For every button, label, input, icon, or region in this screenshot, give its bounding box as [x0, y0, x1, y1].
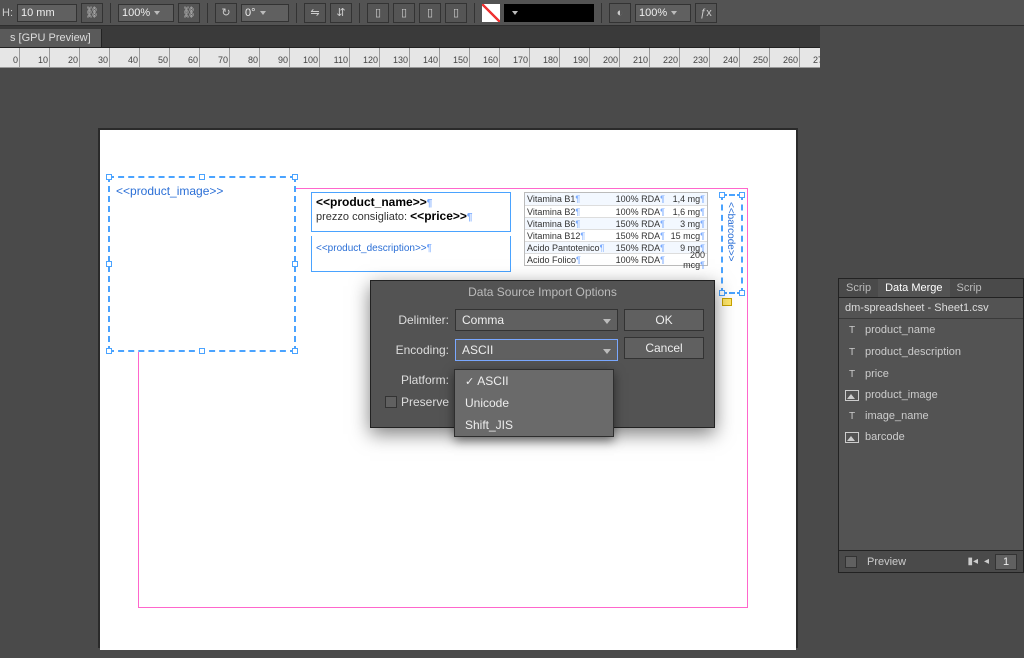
product-image-frame[interactable]: <<product_image>> [108, 176, 296, 352]
merge-field[interactable]: Timage_name [839, 405, 1023, 427]
panel-tabs: Scrip Data Merge Scrip [839, 279, 1023, 298]
platform-label: Platform: [385, 373, 455, 387]
product-description-placeholder: <<product_description>> [316, 243, 432, 254]
preview-checkbox[interactable] [845, 556, 857, 568]
nutrition-table[interactable]: Vitamina B1¶100% RDA¶1,4 mg¶Vitamina B2¶… [524, 192, 708, 266]
control-bar: H: 10 mm ⛓ 100% ⛓ ↻ 0° ⇋ ⇵ ▯ ▯ ▯ ▯ ◐ 100… [0, 0, 1024, 26]
encoding-option[interactable]: Shift_JIS [455, 414, 613, 436]
preserve-checkbox[interactable] [385, 396, 397, 408]
align-left-icon[interactable]: ▯ [367, 3, 389, 23]
delimiter-label: Delimiter: [385, 313, 455, 327]
merge-field-name: image_name [865, 410, 929, 422]
image-field-icon [845, 390, 859, 401]
fx-icon[interactable]: ƒx [695, 3, 717, 23]
no-stroke-icon[interactable] [482, 4, 500, 22]
height-field[interactable]: 10 mm [17, 4, 77, 22]
text-field-icon: T [845, 367, 859, 381]
panel-tab-scripts-left[interactable]: Scrip [839, 279, 878, 297]
opacity-field[interactable]: 100% [635, 4, 691, 22]
opacity-icon[interactable]: ◐ [609, 3, 631, 23]
ok-button[interactable]: OK [624, 309, 704, 331]
preserve-label: Preserve [401, 395, 449, 409]
encoding-option[interactable]: Unicode [455, 392, 613, 414]
image-field-icon [845, 432, 859, 443]
nutrition-row: Vitamina B6¶150% RDA¶3 mg¶ [525, 217, 707, 229]
record-number-field[interactable]: 1 [995, 554, 1017, 570]
constrain-icon[interactable]: ⛓ [81, 3, 103, 23]
horizontal-ruler: -100102030405060708090100110120130140150… [0, 48, 820, 68]
nutrition-row: Vitamina B12¶150% RDA¶15 mcg¶ [525, 229, 707, 241]
first-record-icon[interactable]: ▮◂ [967, 556, 978, 567]
nutrition-row: Acido Folico¶100% RDA¶200 mcg¶ [525, 253, 707, 265]
panel-tab-scripts-right[interactable]: Scrip [950, 279, 989, 297]
cancel-button[interactable]: Cancel [624, 337, 704, 359]
merge-field[interactable]: barcode [839, 427, 1023, 447]
preview-label: Preview [867, 556, 906, 568]
price-label: prezzo consigliato: [316, 211, 410, 223]
merge-field-name: product_image [865, 389, 938, 401]
shear-field[interactable]: 0° [241, 4, 289, 22]
link-scale-icon[interactable]: ⛓ [178, 3, 200, 23]
flip-h-icon[interactable]: ⇋ [304, 3, 326, 23]
encoding-dropdown-menu: ASCIIUnicodeShift_JIS [454, 369, 614, 437]
barcode-frame[interactable]: <<barcode>> [721, 194, 743, 294]
nutrition-row: Vitamina B1¶100% RDA¶1,4 mg¶ [525, 193, 707, 205]
merge-field[interactable]: Tproduct_description [839, 341, 1023, 363]
stroke-style-field[interactable] [504, 4, 594, 22]
product-image-placeholder: <<product_image>> [110, 178, 294, 204]
height-label: H: [2, 7, 13, 19]
delimiter-dropdown[interactable]: Comma [455, 309, 618, 331]
text-field-icon: T [845, 345, 859, 359]
frame-origin-indicator [722, 298, 732, 306]
merge-field[interactable]: Tprice [839, 363, 1023, 385]
data-source-filename: dm-spreadsheet - Sheet1.csv [839, 298, 1023, 319]
distribute-icon[interactable]: ▯ [445, 3, 467, 23]
rotate-icon[interactable]: ↻ [215, 3, 237, 23]
merge-field-name: barcode [865, 431, 905, 443]
text-field-icon: T [845, 323, 859, 337]
encoding-label: Encoding: [385, 343, 455, 357]
encoding-option[interactable]: ASCII [455, 370, 613, 392]
document-tab[interactable]: s [GPU Preview] [0, 29, 102, 47]
barcode-placeholder: <<barcode>> [723, 196, 736, 262]
price-placeholder: <<price>> [410, 209, 472, 223]
encoding-dropdown[interactable]: ASCII [455, 339, 618, 361]
align-center-icon[interactable]: ▯ [393, 3, 415, 23]
title-text-frame[interactable]: <<product_name>> prezzo consigliato: <<p… [311, 192, 511, 232]
merge-field-name: product_description [865, 346, 961, 358]
document-tab-strip: s [GPU Preview] [0, 26, 820, 48]
merge-field-name: product_name [865, 324, 935, 336]
flip-v-icon[interactable]: ⇵ [330, 3, 352, 23]
merge-field[interactable]: Tproduct_name [839, 319, 1023, 341]
nutrition-row: Vitamina B2¶100% RDA¶1,6 mg¶ [525, 205, 707, 217]
data-merge-panel: Scrip Data Merge Scrip dm-spreadsheet - … [838, 278, 1024, 573]
prev-record-icon[interactable]: ◂ [984, 556, 989, 567]
scale-x-field[interactable]: 100% [118, 4, 174, 22]
merge-field[interactable]: product_image [839, 385, 1023, 405]
dialog-title: Data Source Import Options [371, 281, 714, 307]
panel-tab-data-merge[interactable]: Data Merge [878, 279, 949, 297]
merge-field-name: price [865, 368, 889, 380]
text-field-icon: T [845, 409, 859, 423]
product-name-placeholder: <<product_name>> [316, 195, 432, 209]
align-right-icon[interactable]: ▯ [419, 3, 441, 23]
description-text-frame[interactable]: <<product_description>> [311, 236, 511, 272]
